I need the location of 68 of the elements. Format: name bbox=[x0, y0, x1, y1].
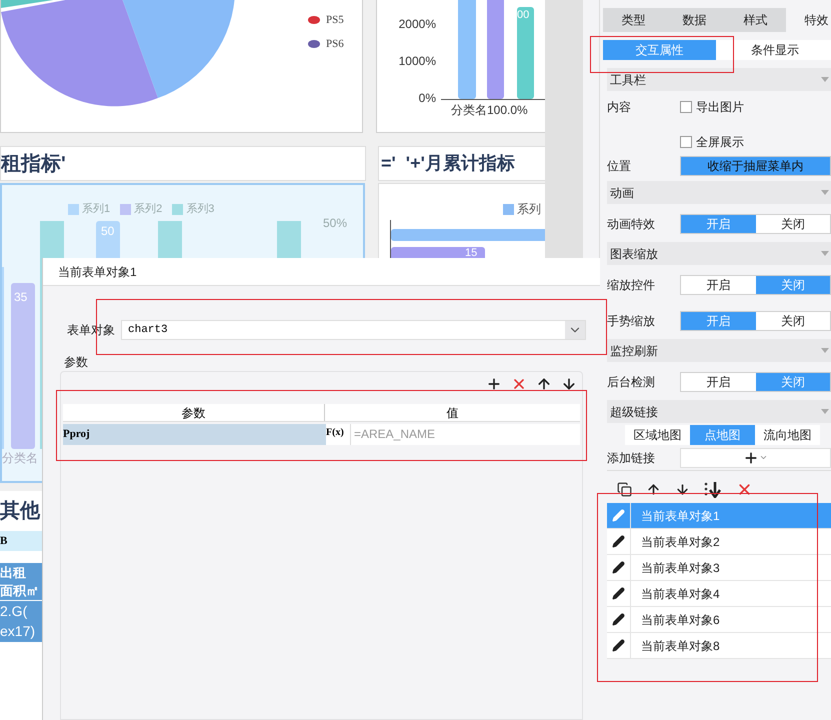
link-list-item[interactable]: 当前表单对象2 bbox=[607, 529, 831, 555]
plus-icon bbox=[743, 450, 759, 466]
collapse-caret-icon bbox=[821, 409, 829, 414]
link-list-item[interactable]: 当前表单对象6 bbox=[607, 607, 831, 633]
object-select[interactable]: chart3 bbox=[121, 320, 586, 340]
arrow-up-icon[interactable] bbox=[536, 376, 552, 392]
copy-icon[interactable] bbox=[617, 482, 632, 497]
group-label: 参数 bbox=[64, 354, 88, 371]
field-label: 添加链接 bbox=[607, 450, 656, 466]
legend-label: PS6 bbox=[326, 36, 344, 52]
bar-value-label: 15 bbox=[465, 246, 478, 260]
field-label: 后台检测 bbox=[607, 374, 656, 391]
category-label: 分类名100.0% bbox=[451, 102, 528, 119]
section-header[interactable]: 工具栏 bbox=[607, 68, 831, 91]
add-icon[interactable] bbox=[486, 376, 502, 392]
panel-tab[interactable]: 特效 bbox=[786, 8, 831, 32]
collapse-caret-icon bbox=[821, 251, 829, 256]
link-list-item[interactable]: 当前表单对象4 bbox=[607, 581, 831, 607]
arrow-down-icon[interactable] bbox=[675, 482, 690, 497]
collapse-caret-icon bbox=[821, 77, 829, 82]
field-label: 动画特效 bbox=[607, 216, 656, 233]
position-select[interactable]: 收缩于抽屉菜单内 bbox=[680, 156, 831, 176]
checkbox-option[interactable]: 导出图片 bbox=[680, 98, 744, 116]
legend-label: 系列2 bbox=[134, 202, 162, 217]
bar-value-label: 35 bbox=[14, 289, 28, 306]
field-label: 位置 bbox=[607, 158, 632, 175]
checkbox-option[interactable]: 全屏展示 bbox=[680, 133, 744, 151]
percent-label: 50% bbox=[323, 215, 348, 232]
category-label: 分类名 bbox=[2, 450, 38, 467]
axis-tick-label: 1000% bbox=[398, 53, 436, 70]
move-to-bottom-icon[interactable] bbox=[704, 482, 722, 498]
axis-tick-label: 0% bbox=[418, 90, 436, 107]
legend-label: 系列 bbox=[517, 201, 541, 218]
edit-icon bbox=[612, 613, 625, 626]
delete-icon[interactable] bbox=[511, 376, 527, 392]
bar-value-label: 50 bbox=[101, 223, 114, 240]
column-header: 值 bbox=[446, 405, 460, 421]
edit-icon bbox=[612, 561, 625, 574]
formula-button[interactable]: F(x) bbox=[326, 424, 350, 445]
section-header[interactable]: 动画 bbox=[607, 181, 831, 204]
arrow-down-icon[interactable] bbox=[561, 376, 577, 392]
column-header: 参数 bbox=[63, 404, 325, 421]
map-tab[interactable]: 流向地图 bbox=[755, 425, 820, 445]
field-label: 内容 bbox=[607, 99, 632, 116]
map-tab[interactable]: 区域地图 bbox=[625, 425, 690, 445]
field-label: 手势缩放 bbox=[607, 313, 656, 330]
collapse-caret-icon bbox=[821, 190, 829, 195]
edit-icon bbox=[612, 535, 625, 548]
link-list-item[interactable]: 当前表单对象8 bbox=[607, 633, 831, 659]
collapse-caret-icon bbox=[821, 348, 829, 353]
legend-label: PS5 bbox=[326, 13, 344, 28]
panel-title: =' '+'月累计指标 bbox=[381, 152, 515, 175]
edit-icon bbox=[612, 587, 625, 600]
section-header[interactable]: 图表缩放 bbox=[607, 242, 831, 265]
legend-label: 系列1 bbox=[82, 202, 110, 217]
dialog-title: 当前表单对象1 bbox=[58, 264, 137, 280]
caret-icon bbox=[759, 453, 768, 462]
bar-value-label: 00 bbox=[517, 8, 530, 23]
edit-icon bbox=[612, 509, 625, 522]
section-header[interactable]: 超级链接 bbox=[607, 400, 831, 423]
table-cell: Pproj bbox=[63, 424, 326, 445]
link-list-item[interactable]: 当前表单对象3 bbox=[607, 555, 831, 581]
section-header[interactable]: 监控刷新 bbox=[607, 339, 831, 362]
axis-tick-label: 2000% bbox=[398, 16, 436, 33]
legend-label: 系列3 bbox=[186, 202, 214, 217]
field-label: 缩放控件 bbox=[607, 277, 656, 294]
edit-icon bbox=[612, 639, 625, 652]
table-title: 其他 bbox=[0, 499, 40, 524]
